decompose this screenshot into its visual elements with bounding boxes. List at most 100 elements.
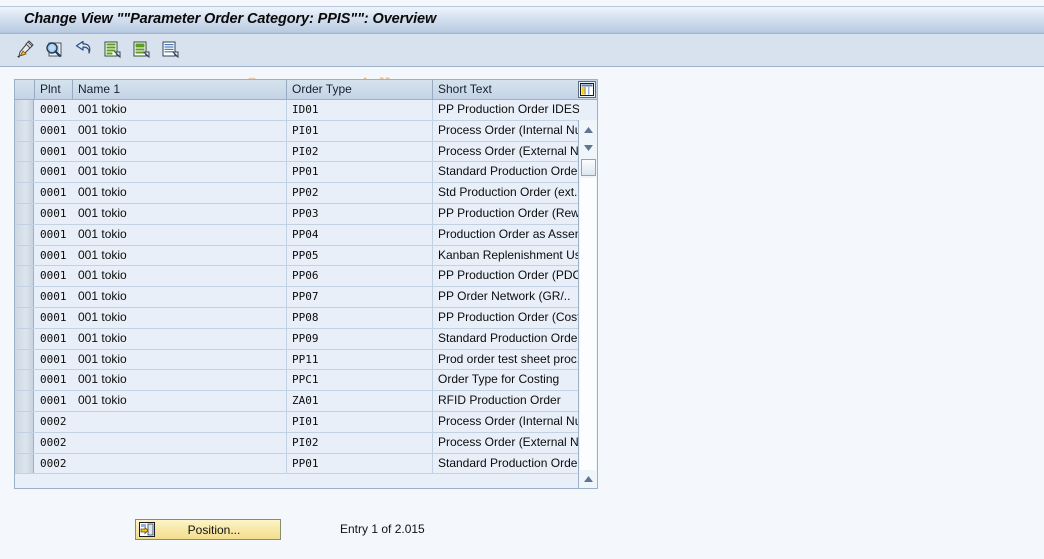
table-row[interactable]: 0001 001 tokio PP06 PP Production Order (PD…: [15, 266, 597, 288]
row-select-cell[interactable]: [15, 141, 34, 162]
back-undo-icon[interactable]: [72, 38, 94, 60]
cell-short-text[interactable]: Std Production Order (ext....: [433, 183, 579, 203]
table-row[interactable]: 0002 PI01 Process Order (Internal Nu...: [15, 411, 597, 433]
cell-name-1[interactable]: 001 tokio: [73, 287, 287, 307]
cell-name-1[interactable]: 001 tokio: [73, 328, 287, 349]
row-select-cell[interactable]: [15, 307, 34, 328]
table-row[interactable]: 0001 001 tokio PP11 Prod order test sheet p…: [15, 349, 597, 371]
row-select-cell[interactable]: [15, 120, 34, 141]
table-row[interactable]: 0002 PP01 Standard Production Order .: [15, 453, 597, 475]
cell-order-type[interactable]: PP02: [287, 183, 433, 203]
cell-plnt[interactable]: 0001: [35, 391, 73, 411]
cell-order-type[interactable]: PP03: [287, 203, 433, 224]
cell-name-1[interactable]: 001 tokio: [73, 100, 287, 120]
cell-name-1[interactable]: 001 tokio: [73, 391, 287, 411]
cell-name-1[interactable]: 001 tokio: [73, 307, 287, 328]
row-select-cell[interactable]: [15, 266, 34, 287]
row-select-cell[interactable]: [15, 391, 34, 411]
column-header-name-1[interactable]: Name 1: [73, 80, 287, 99]
cell-short-text[interactable]: PP Production Order IDES ..: [433, 100, 579, 120]
position-button[interactable]: Position...: [135, 519, 281, 540]
cell-short-text[interactable]: Standard Production Order .: [433, 329, 579, 349]
scroll-up-arrow-icon[interactable]: [580, 122, 596, 138]
cell-name-1[interactable]: 001 tokio: [73, 349, 287, 370]
select-all-header-cell[interactable]: [15, 80, 35, 99]
cell-plnt[interactable]: 0002: [35, 412, 73, 432]
scrollbar-thumb[interactable]: [581, 159, 596, 176]
details-list-icon[interactable]: [159, 38, 181, 60]
cell-name-1[interactable]: [73, 453, 287, 474]
table-row[interactable]: 0001 001 tokio PP01 Standard Production Ord…: [15, 162, 597, 184]
cell-plnt[interactable]: 0001: [35, 350, 73, 370]
row-select-cell[interactable]: [15, 328, 34, 349]
row-select-cell[interactable]: [15, 203, 34, 224]
cell-plnt[interactable]: 0001: [35, 287, 73, 307]
cell-short-text[interactable]: Production Order as Assem...: [433, 225, 579, 245]
cell-short-text[interactable]: Process Order (External Nu...: [433, 433, 579, 453]
row-select-cell[interactable]: [15, 287, 34, 307]
cell-name-1[interactable]: [73, 432, 287, 453]
row-select-cell[interactable]: [15, 411, 34, 432]
cell-short-text[interactable]: RFID Production Order: [433, 391, 579, 411]
scrollbar-track[interactable]: [580, 178, 596, 470]
cell-short-text[interactable]: Process Order (External Nu...: [433, 142, 579, 162]
row-select-cell[interactable]: [15, 432, 34, 453]
column-header-plnt[interactable]: Plnt: [35, 80, 73, 99]
cell-short-text[interactable]: PP Order Network (GR/..: [433, 287, 579, 307]
cell-order-type[interactable]: PP07: [287, 287, 433, 307]
cell-order-type[interactable]: PP09: [287, 328, 433, 349]
new-entries-icon[interactable]: [101, 38, 123, 60]
row-select-cell[interactable]: [15, 349, 34, 370]
cell-order-type[interactable]: PP05: [287, 245, 433, 266]
cell-plnt[interactable]: 0001: [35, 329, 73, 349]
table-row[interactable]: 0001 001 tokio PPC1 Order Type for Costing: [15, 370, 597, 392]
cell-short-text[interactable]: PP Production Order (Rew...: [433, 204, 579, 224]
cell-name-1[interactable]: 001 tokio: [73, 224, 287, 245]
cell-order-type[interactable]: PP11: [287, 349, 433, 370]
cell-order-type[interactable]: PP01: [287, 162, 433, 183]
table-row[interactable]: 0001 001 tokio PP04 Production Order as Ass…: [15, 224, 597, 246]
row-select-cell[interactable]: [15, 370, 34, 391]
table-row[interactable]: 0001 001 tokio PP07 PP Order Network (GR/..: [15, 287, 597, 308]
cell-plnt[interactable]: 0001: [35, 266, 73, 286]
cell-order-type[interactable]: PP04: [287, 224, 433, 245]
row-select-cell[interactable]: [15, 183, 34, 203]
table-row[interactable]: 0001 001 tokio PP09 Standard Production Ord…: [15, 328, 597, 350]
cell-order-type[interactable]: PI02: [287, 432, 433, 453]
table-row[interactable]: 0001 001 tokio PP02 Std Production Order (e…: [15, 183, 597, 204]
cell-order-type[interactable]: PI02: [287, 141, 433, 162]
cell-short-text[interactable]: PP Production Order (Cost..: [433, 308, 579, 328]
column-header-short-text[interactable]: Short Text: [433, 80, 579, 99]
display-details-icon[interactable]: [43, 38, 65, 60]
table-row[interactable]: 0001 001 tokio PP08 PP Production Order (Co…: [15, 307, 597, 329]
cell-short-text[interactable]: Standard Production Order .: [433, 454, 579, 474]
change-entry-icon[interactable]: [14, 38, 36, 60]
cell-short-text[interactable]: Standard Production Order .: [433, 162, 579, 182]
cell-name-1[interactable]: 001 tokio: [73, 245, 287, 266]
cell-plnt[interactable]: 0002: [35, 454, 73, 474]
row-select-cell[interactable]: [15, 453, 34, 474]
cell-plnt[interactable]: 0001: [35, 142, 73, 162]
cell-plnt[interactable]: 0001: [35, 100, 73, 120]
row-select-cell[interactable]: [15, 100, 34, 120]
cell-name-1[interactable]: [73, 411, 287, 432]
row-select-cell[interactable]: [15, 162, 34, 183]
cell-plnt[interactable]: 0002: [35, 433, 73, 453]
cell-short-text[interactable]: PP Production Order (PDC)...: [433, 266, 579, 286]
cell-order-type[interactable]: PI01: [287, 120, 433, 141]
cell-plnt[interactable]: 0001: [35, 370, 73, 390]
cell-short-text[interactable]: Prod order test sheet proc...: [433, 350, 579, 370]
table-row[interactable]: 0001 001 tokio PP03 PP Production Order (Re…: [15, 203, 597, 225]
table-row[interactable]: 0001 001 tokio ID01 PP Production Order IDE…: [15, 100, 597, 121]
row-select-cell[interactable]: [15, 224, 34, 245]
table-row[interactable]: 0001 001 tokio PI01 Process Order (Internal…: [15, 120, 597, 142]
cell-plnt[interactable]: 0001: [35, 246, 73, 266]
scroll-page-up-arrow-icon[interactable]: [580, 471, 596, 487]
cell-order-type[interactable]: ID01: [287, 100, 433, 120]
cell-plnt[interactable]: 0001: [35, 162, 73, 182]
cell-name-1[interactable]: 001 tokio: [73, 162, 287, 183]
scroll-down-arrow-icon[interactable]: [580, 140, 596, 156]
cell-short-text[interactable]: Kanban Replenishment Usin...: [433, 246, 579, 266]
cell-name-1[interactable]: 001 tokio: [73, 370, 287, 391]
column-settings-icon[interactable]: [578, 81, 596, 98]
